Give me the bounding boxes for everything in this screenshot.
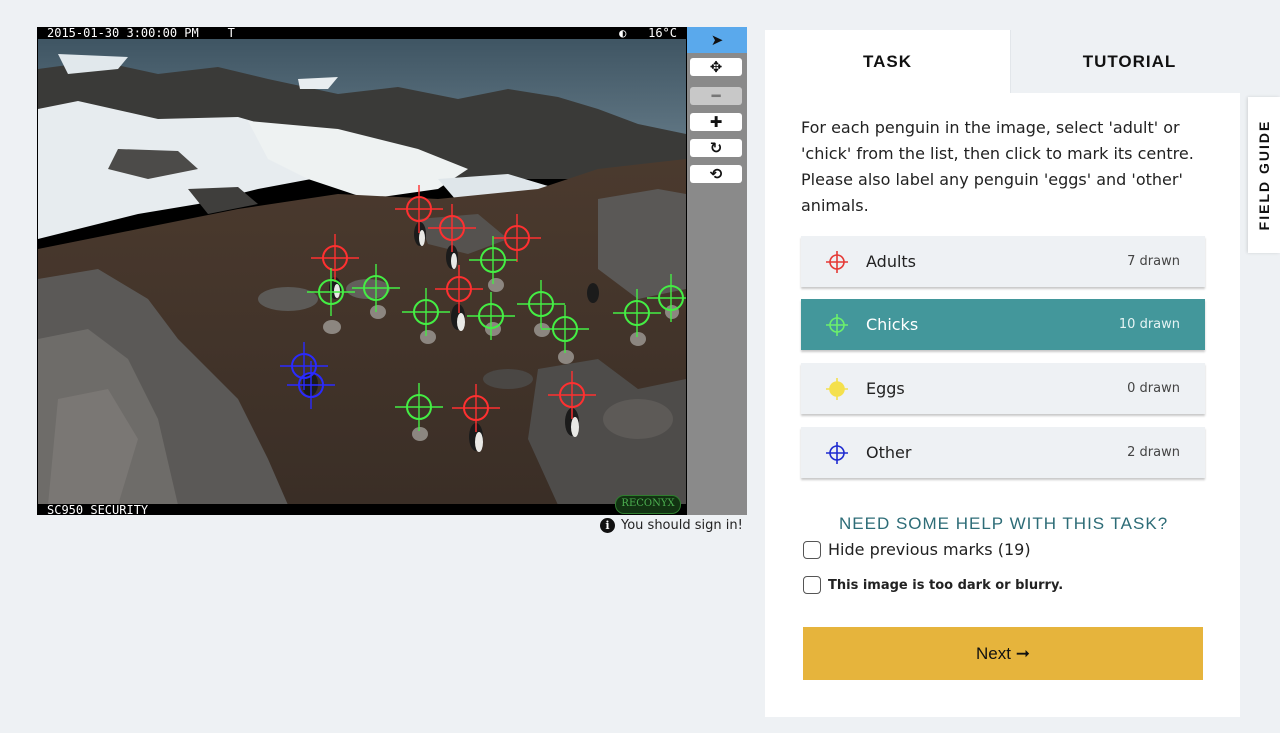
answer-count: 2 drawn [1127,445,1180,460]
answer-other[interactable]: Other 2 drawn [801,427,1205,478]
answer-label: Chicks [866,315,919,334]
answer-label: Eggs [866,379,905,398]
answer-label: Adults [866,252,917,271]
crosshair-icon [826,314,848,336]
reset-button[interactable]: ⟲ [690,165,742,183]
minus-icon: ━ [711,87,721,105]
answer-count: 0 drawn [1127,381,1180,396]
crosshair-icon [826,442,848,464]
answer-label: Other [866,443,912,462]
answer-count: 10 drawn [1118,317,1180,332]
rotate-icon: ↻ [709,139,723,157]
pan-tool[interactable]: ✥ [690,58,742,76]
hide-marks-option[interactable]: Hide previous marks (19) [803,540,1031,559]
task-instructions: For each penguin in the image, select 'a… [801,118,1194,215]
answer-count: 7 drawn [1127,254,1180,269]
subject-image-viewer[interactable]: 2015-01-30 3:00:00 PM T ◐ 16°C SC950 SEC… [37,27,687,515]
cursor-arrow-icon: ➤ [710,31,724,49]
info-icon: i [600,518,615,533]
camera-info-bar: 2015-01-30 3:00:00 PM T ◐ 16°C [37,27,687,39]
tab-task[interactable]: TASK [765,30,1010,93]
crosshair-icon [826,251,848,273]
next-button[interactable]: Next ➞ [803,627,1203,680]
answer-eggs[interactable]: Eggs 0 drawn [801,363,1205,414]
zoom-in-button[interactable]: ✚ [690,113,742,131]
plus-icon: ✚ [709,113,723,131]
camera-brand-logo: RECONYX [615,495,681,514]
rotate-button[interactable]: ↻ [690,139,742,157]
tab-tutorial[interactable]: TUTORIAL [1010,30,1248,93]
too-dark-option[interactable]: This image is too dark or blurry. [803,576,1063,594]
select-tool[interactable]: ➤ [687,27,747,53]
camera-temperature: ◐ 16°C [619,27,677,40]
hide-marks-checkbox[interactable] [803,540,821,559]
image-toolbar: ➤ ✥ ━ ✚ ↻ ⟲ [687,27,747,515]
too-dark-checkbox[interactable] [803,576,821,594]
crosshair-icon [826,378,848,400]
task-panel: TASK TUTORIAL For each penguin in the im… [765,30,1248,717]
camera-timestamp: 2015-01-30 3:00:00 PM T [47,27,235,40]
move-arrows-icon: ✥ [709,58,723,76]
task-tabs: TASK TUTORIAL [765,30,1248,93]
field-guide-tab[interactable]: FIELD GUIDE [1248,97,1280,253]
zoom-out-button[interactable]: ━ [690,87,742,105]
refresh-icon: ⟲ [709,165,723,183]
penguin-camera-image[interactable] [38,39,686,505]
answer-adults[interactable]: Adults 7 drawn [801,236,1205,287]
signin-notice: i You should sign in! [600,518,743,533]
answer-chicks[interactable]: Chicks 10 drawn [801,299,1205,350]
camera-model-bar: SC950 SECURITY [37,504,687,515]
help-link[interactable]: NEED SOME HELP WITH THIS TASK? [839,514,1168,534]
camera-model: SC950 SECURITY [47,503,149,515]
